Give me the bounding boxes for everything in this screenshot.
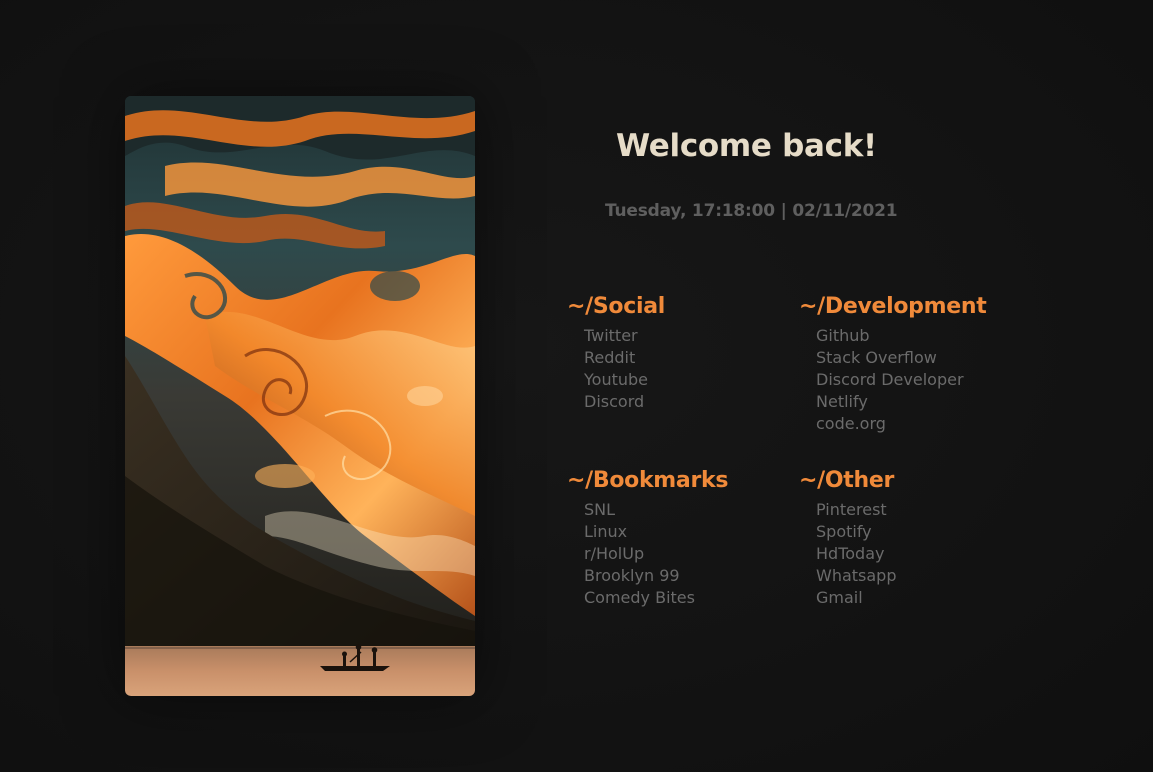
group-other-title: ~/Other [799, 468, 895, 493]
welcome-title: Welcome back! [616, 128, 877, 164]
group-other-links: Pinterest Spotify HdToday Whatsapp Gmail [799, 499, 1019, 609]
link-code-org[interactable]: code.org [816, 414, 886, 433]
list-item: Netlify [816, 391, 1019, 413]
list-item: Comedy Bites [584, 587, 787, 609]
list-item: Stack Overflow [816, 347, 1019, 369]
list-item: Reddit [584, 347, 787, 369]
link-stack-overflow[interactable]: Stack Overflow [816, 348, 937, 367]
link-r-holup[interactable]: r/HolUp [584, 544, 644, 563]
startpage: Welcome back! Tuesday, 17:18:00 | 02/11/… [0, 0, 1153, 772]
list-item: Linux [584, 521, 787, 543]
group-social: ~/Social Twitter Reddit Youtube Discord [567, 294, 787, 413]
datetime-text: Tuesday, 17:18:00 | 02/11/2021 [605, 201, 898, 221]
group-social-title: ~/Social [567, 294, 665, 319]
list-item: SNL [584, 499, 787, 521]
group-bookmarks-links: SNL Linux r/HolUp Brooklyn 99 Comedy Bit… [567, 499, 787, 609]
group-development: ~/Development Github Stack Overflow Disc… [799, 294, 1019, 435]
link-comedy-bites[interactable]: Comedy Bites [584, 588, 695, 607]
link-discord[interactable]: Discord [584, 392, 644, 411]
list-item: Discord [584, 391, 787, 413]
link-twitter[interactable]: Twitter [584, 326, 638, 345]
link-hdtoday[interactable]: HdToday [816, 544, 884, 563]
group-other: ~/Other Pinterest Spotify HdToday Whatsa… [799, 468, 1019, 609]
list-item: r/HolUp [584, 543, 787, 565]
list-item: Discord Developer [816, 369, 1019, 391]
link-whatsapp[interactable]: Whatsapp [816, 566, 897, 585]
group-bookmarks: ~/Bookmarks SNL Linux r/HolUp Brooklyn 9… [567, 468, 787, 609]
link-pinterest[interactable]: Pinterest [816, 500, 887, 519]
list-item: code.org [816, 413, 1019, 435]
list-item: Twitter [584, 325, 787, 347]
link-brooklyn-99[interactable]: Brooklyn 99 [584, 566, 680, 585]
list-item: HdToday [816, 543, 1019, 565]
link-youtube[interactable]: Youtube [584, 370, 648, 389]
link-discord-developer[interactable]: Discord Developer [816, 370, 964, 389]
link-netlify[interactable]: Netlify [816, 392, 868, 411]
list-item: Youtube [584, 369, 787, 391]
link-snl[interactable]: SNL [584, 500, 615, 519]
link-gmail[interactable]: Gmail [816, 588, 863, 607]
list-item: Gmail [816, 587, 1019, 609]
link-spotify[interactable]: Spotify [816, 522, 872, 541]
artwork-image [125, 96, 475, 696]
group-development-title: ~/Development [799, 294, 987, 319]
list-item: Pinterest [816, 499, 1019, 521]
link-linux[interactable]: Linux [584, 522, 627, 541]
link-reddit[interactable]: Reddit [584, 348, 635, 367]
list-item: Github [816, 325, 1019, 347]
group-social-links: Twitter Reddit Youtube Discord [567, 325, 787, 413]
artwork-svg [125, 96, 475, 696]
list-item: Whatsapp [816, 565, 1019, 587]
list-item: Spotify [816, 521, 1019, 543]
link-github[interactable]: Github [816, 326, 870, 345]
list-item: Brooklyn 99 [584, 565, 787, 587]
group-development-links: Github Stack Overflow Discord Developer … [799, 325, 1019, 435]
group-bookmarks-title: ~/Bookmarks [567, 468, 729, 493]
